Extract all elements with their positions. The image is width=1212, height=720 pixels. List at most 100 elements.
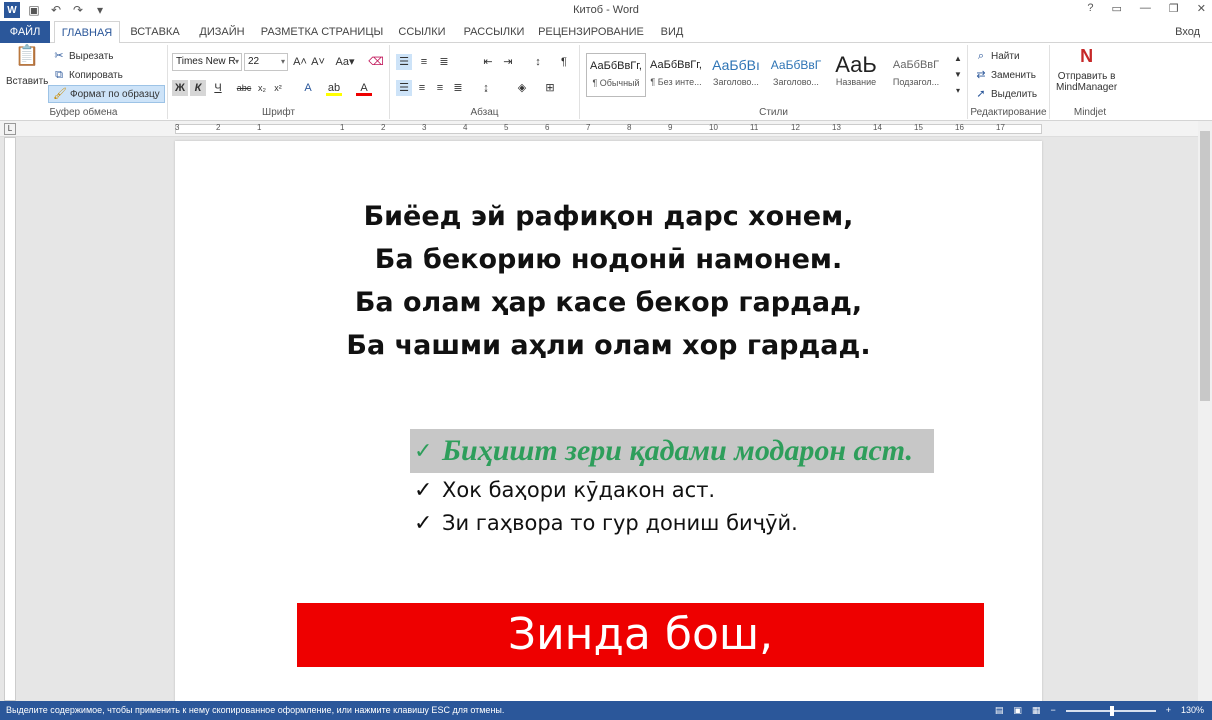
web-layout-icon[interactable]: ▦	[1032, 701, 1041, 720]
increase-indent-icon[interactable]: ⇥	[500, 54, 516, 70]
ruler-number: 3	[175, 123, 180, 132]
check-bullet-icon: ✓	[414, 509, 433, 535]
document-page[interactable]: Биёед эй рафиқон дарс хонем, Ба бекорию …	[175, 141, 1042, 701]
tab-review[interactable]: РЕЦЕНЗИРОВАНИЕ	[536, 21, 646, 43]
maximize-button[interactable]: ❐	[1169, 2, 1179, 15]
underline-icon[interactable]: Ч	[210, 80, 226, 96]
sort-icon[interactable]: ↕	[530, 54, 546, 70]
shrink-font-icon[interactable]: A˅	[310, 54, 326, 70]
grow-font-icon[interactable]: A˄	[292, 54, 308, 70]
align-right-icon[interactable]: ≡	[432, 80, 448, 96]
tab-selector-icon[interactable]: L	[4, 123, 16, 135]
tab-design[interactable]: ДИЗАЙН	[192, 21, 252, 43]
style-heading-1[interactable]: АаБбВı Заголово...	[706, 53, 766, 97]
check-bullet-icon: ✓	[414, 438, 433, 463]
read-mode-icon[interactable]: ▤	[995, 701, 1004, 720]
show-marks-icon[interactable]: ¶	[556, 54, 572, 70]
chevron-down-icon: ▾	[234, 57, 239, 66]
font-size-combo[interactable]: 22 ▾	[244, 53, 288, 71]
scrollbar-thumb[interactable]	[1200, 131, 1210, 401]
poem-line: Биёед эй рафиқон дарс хонем,	[363, 201, 854, 232]
change-case-icon[interactable]: Aa▾	[334, 54, 356, 70]
style-preview: АаБбВвГ	[770, 58, 822, 72]
ruler-number: 11	[750, 123, 759, 132]
poem-block: Биёед эй рафиқон дарс хонем, Ба бекорию …	[175, 195, 1042, 367]
sign-in-link[interactable]: Вход	[1175, 26, 1200, 38]
style-preview: АаБбВвГг,	[590, 60, 642, 72]
copy-button[interactable]: ⧉ Копировать	[52, 68, 123, 82]
bullets-icon[interactable]: ☰	[396, 54, 412, 70]
ruler-number: 17	[996, 123, 1005, 132]
zoom-out-icon[interactable]: −	[1050, 701, 1055, 720]
font-group: Times New R ▾ 22 ▾ A˄ A˅ Aa▾ ⌫ Ж К Ч abc x…	[168, 45, 390, 119]
tab-file[interactable]: ФАЙЛ	[0, 21, 50, 43]
tab-home[interactable]: ГЛАВНАЯ	[54, 21, 120, 44]
tab-view[interactable]: ВИД	[652, 21, 692, 43]
paste-button[interactable]: 📋 Вставить	[6, 46, 48, 87]
align-left-icon[interactable]: ☰	[396, 80, 412, 96]
zoom-level[interactable]: 130%	[1181, 701, 1204, 720]
mindjet-group: N Отправить в MindManager Mindjet	[1050, 45, 1130, 119]
list-item[interactable]: ✓ Биҳишт зери қадами модарон аст.	[410, 429, 934, 473]
justify-icon[interactable]: ≣	[450, 80, 466, 96]
zoom-slider-thumb[interactable]	[1109, 705, 1114, 716]
italic-icon[interactable]: К	[190, 80, 206, 96]
font-color-icon[interactable]: A	[356, 80, 372, 96]
ruler-number: 6	[545, 123, 550, 132]
list-item[interactable]: ✓ Хок баҳори кӯдакон аст.	[414, 473, 934, 506]
help-button[interactable]: ?	[1087, 2, 1093, 15]
send-label: Отправить в	[1057, 71, 1116, 82]
clear-formatting-icon[interactable]: ⌫	[368, 54, 384, 70]
style-normal[interactable]: АаБбВвГг, ¶ Обычный	[586, 53, 646, 97]
numbering-icon[interactable]: ≡	[416, 54, 432, 70]
ribbon: 📋 Вставить ✂ Вырезать ⧉ Копировать 🖌 Формат…	[0, 43, 1212, 121]
tab-page-layout[interactable]: РАЗМЕТКА СТРАНИЦЫ	[258, 21, 386, 43]
horizontal-ruler[interactable]: L 3 2 1 1 2 3 4 5 6 7 8 9 10 11 12 13 14 15 16 17	[0, 121, 1212, 137]
scissors-icon: ✂	[54, 50, 64, 62]
superscript-icon[interactable]: x²	[270, 80, 286, 96]
text-effects-icon[interactable]: A	[300, 80, 316, 96]
zoom-in-icon[interactable]: +	[1166, 701, 1171, 720]
close-button[interactable]: ✕	[1197, 2, 1206, 15]
tab-insert[interactable]: ВСТАВКА	[124, 21, 186, 43]
print-layout-icon[interactable]: ▣	[1013, 701, 1022, 720]
vertical-scrollbar[interactable]	[1198, 121, 1212, 701]
ribbon-display-options-icon[interactable]: ▭	[1112, 2, 1122, 15]
strikethrough-icon[interactable]: abc	[236, 80, 252, 96]
bold-icon[interactable]: Ж	[172, 80, 188, 96]
replace-button[interactable]: ⇄ Заменить	[974, 68, 1036, 82]
styles-scroll-up-icon[interactable]: ▲	[950, 51, 966, 67]
ruler-number: 5	[504, 123, 509, 132]
copy-label: Копировать	[69, 69, 123, 81]
font-family-combo[interactable]: Times New R ▾	[172, 53, 242, 71]
decrease-indent-icon[interactable]: ⇤	[480, 54, 496, 70]
tab-references[interactable]: ССЫЛКИ	[392, 21, 452, 43]
subscript-icon[interactable]: x₂	[254, 80, 270, 96]
clipboard-group: 📋 Вставить ✂ Вырезать ⧉ Копировать 🖌 Формат…	[0, 45, 168, 119]
list-item[interactable]: ✓ Зи гаҳвора то гур дониш биҷӯй.	[414, 506, 934, 539]
copy-icon: ⧉	[55, 69, 63, 81]
style-name: ¶ Обычный	[592, 78, 640, 88]
zoom-slider[interactable]	[1065, 705, 1156, 716]
send-to-mindmanager-button[interactable]: N Отправить в MindManager	[1056, 47, 1117, 93]
window-controls: ? ▭ — ❐ ✕	[1087, 2, 1206, 15]
styles-more-icon[interactable]: ▾	[950, 83, 966, 99]
style-no-spacing[interactable]: АаБбВвГг, ¶ Без инте...	[646, 53, 706, 97]
styles-scroll-down-icon[interactable]: ▼	[950, 67, 966, 83]
cut-button[interactable]: ✂ Вырезать	[52, 49, 113, 63]
multilevel-list-icon[interactable]: ≣	[436, 54, 452, 70]
shading-icon[interactable]: ◈	[514, 80, 530, 96]
style-title[interactable]: АаЬ Название	[826, 53, 886, 97]
select-button[interactable]: ➚ Выделить	[974, 87, 1037, 101]
align-center-icon[interactable]: ≡	[414, 80, 430, 96]
minimize-button[interactable]: —	[1140, 2, 1151, 15]
tab-mailings[interactable]: РАССЫЛКИ	[458, 21, 530, 43]
style-heading-2[interactable]: АаБбВвГ Заголово...	[766, 53, 826, 97]
highlight-icon[interactable]: ab	[326, 80, 342, 96]
format-painter-button[interactable]: 🖌 Формат по образцу	[48, 85, 165, 103]
find-button[interactable]: ⌕ Найти	[974, 49, 1020, 63]
borders-icon[interactable]: ⊞	[542, 80, 558, 96]
vertical-ruler[interactable]	[4, 137, 16, 701]
line-spacing-icon[interactable]: ↨	[478, 80, 494, 96]
style-subtitle[interactable]: АаБбВвГ Подзагол...	[886, 53, 946, 97]
